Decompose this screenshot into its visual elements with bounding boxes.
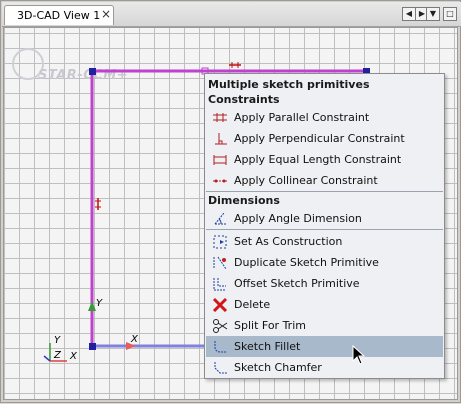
triad-x-label: X xyxy=(70,351,77,362)
construction-icon xyxy=(213,235,227,249)
sketch-point-corner[interactable] xyxy=(89,68,96,75)
context-menu: Multiple sketch primitives Constraints A… xyxy=(204,73,445,379)
menu-label: Apply Collinear Constraint xyxy=(234,174,378,187)
duplicate-icon xyxy=(213,256,227,270)
menu-item-set-as-construction[interactable]: Set As Construction xyxy=(206,231,443,252)
menu-item-delete[interactable]: Delete xyxy=(206,294,443,315)
menu-item-sketch-chamfer[interactable]: Sketch Chamfer xyxy=(206,357,443,378)
menu-label: Duplicate Sketch Primitive xyxy=(234,256,379,269)
perpendicular-constraint-icon xyxy=(215,133,227,145)
sketch-point-origin[interactable] xyxy=(89,343,96,350)
collinear-constraint-icon xyxy=(213,179,227,183)
menu-item-parallel-constraint[interactable]: Apply Parallel Constraint xyxy=(206,107,443,128)
fillet-icon xyxy=(214,341,227,353)
offset-icon xyxy=(213,278,226,291)
sketch-y-axis-arrow-icon xyxy=(88,301,96,311)
menu-header-dimensions: Dimensions xyxy=(208,194,280,207)
menu-label: Offset Sketch Primitive xyxy=(234,277,360,290)
cad-view-window: 3D-CAD View 1 × ◀ ▶ ▼ □ STAR-CCM+ Y X Y … xyxy=(0,0,461,403)
menu-label: Apply Parallel Constraint xyxy=(234,111,370,124)
menu-label: Set As Construction xyxy=(234,235,343,248)
menu-label: Apply Equal Length Constraint xyxy=(234,153,402,166)
menu-label: Apply Perpendicular Constraint xyxy=(234,132,405,145)
menu-item-perpendicular-constraint[interactable]: Apply Perpendicular Constraint xyxy=(206,128,443,149)
angle-dimension-icon xyxy=(214,212,227,225)
menu-label: Apply Angle Dimension xyxy=(234,212,362,225)
vertical-constraint-icon xyxy=(95,198,101,210)
menu-item-equal-length-constraint[interactable]: Apply Equal Length Constraint xyxy=(206,149,443,170)
menu-label: Delete xyxy=(234,298,271,311)
menu-separator xyxy=(206,229,443,230)
menu-item-split-for-trim[interactable]: Split For Trim xyxy=(206,315,443,336)
triad-y-label: Y xyxy=(54,335,61,346)
menu-item-angle-dimension[interactable]: Apply Angle Dimension xyxy=(206,208,443,229)
chamfer-icon xyxy=(214,362,227,374)
menu-item-duplicate-sketch-primitive[interactable]: Duplicate Sketch Primitive xyxy=(206,252,443,273)
menu-header-multiple: Multiple sketch primitives xyxy=(208,78,370,91)
equal-length-constraint-icon xyxy=(213,155,227,165)
mouse-cursor-icon xyxy=(352,345,366,365)
menu-header-constraints: Constraints xyxy=(208,93,280,106)
parallel-constraint-icon xyxy=(213,113,227,122)
sketch-y-label: Y xyxy=(96,298,103,309)
menu-label: Sketch Fillet xyxy=(234,340,301,353)
delete-icon xyxy=(212,297,228,312)
triad-z-label: Z xyxy=(54,350,61,361)
menu-label: Sketch Chamfer xyxy=(234,361,322,374)
scissors-icon xyxy=(213,319,228,333)
sketch-x-label: X xyxy=(131,334,138,345)
menu-label: Split For Trim xyxy=(234,319,306,332)
menu-item-collinear-constraint[interactable]: Apply Collinear Constraint xyxy=(206,170,443,191)
menu-separator xyxy=(206,191,443,192)
horizontal-constraint-icon xyxy=(229,62,241,68)
menu-item-offset-sketch-primitive[interactable]: Offset Sketch Primitive xyxy=(206,273,443,294)
menu-item-sketch-fillet[interactable]: Sketch Fillet xyxy=(206,336,443,357)
